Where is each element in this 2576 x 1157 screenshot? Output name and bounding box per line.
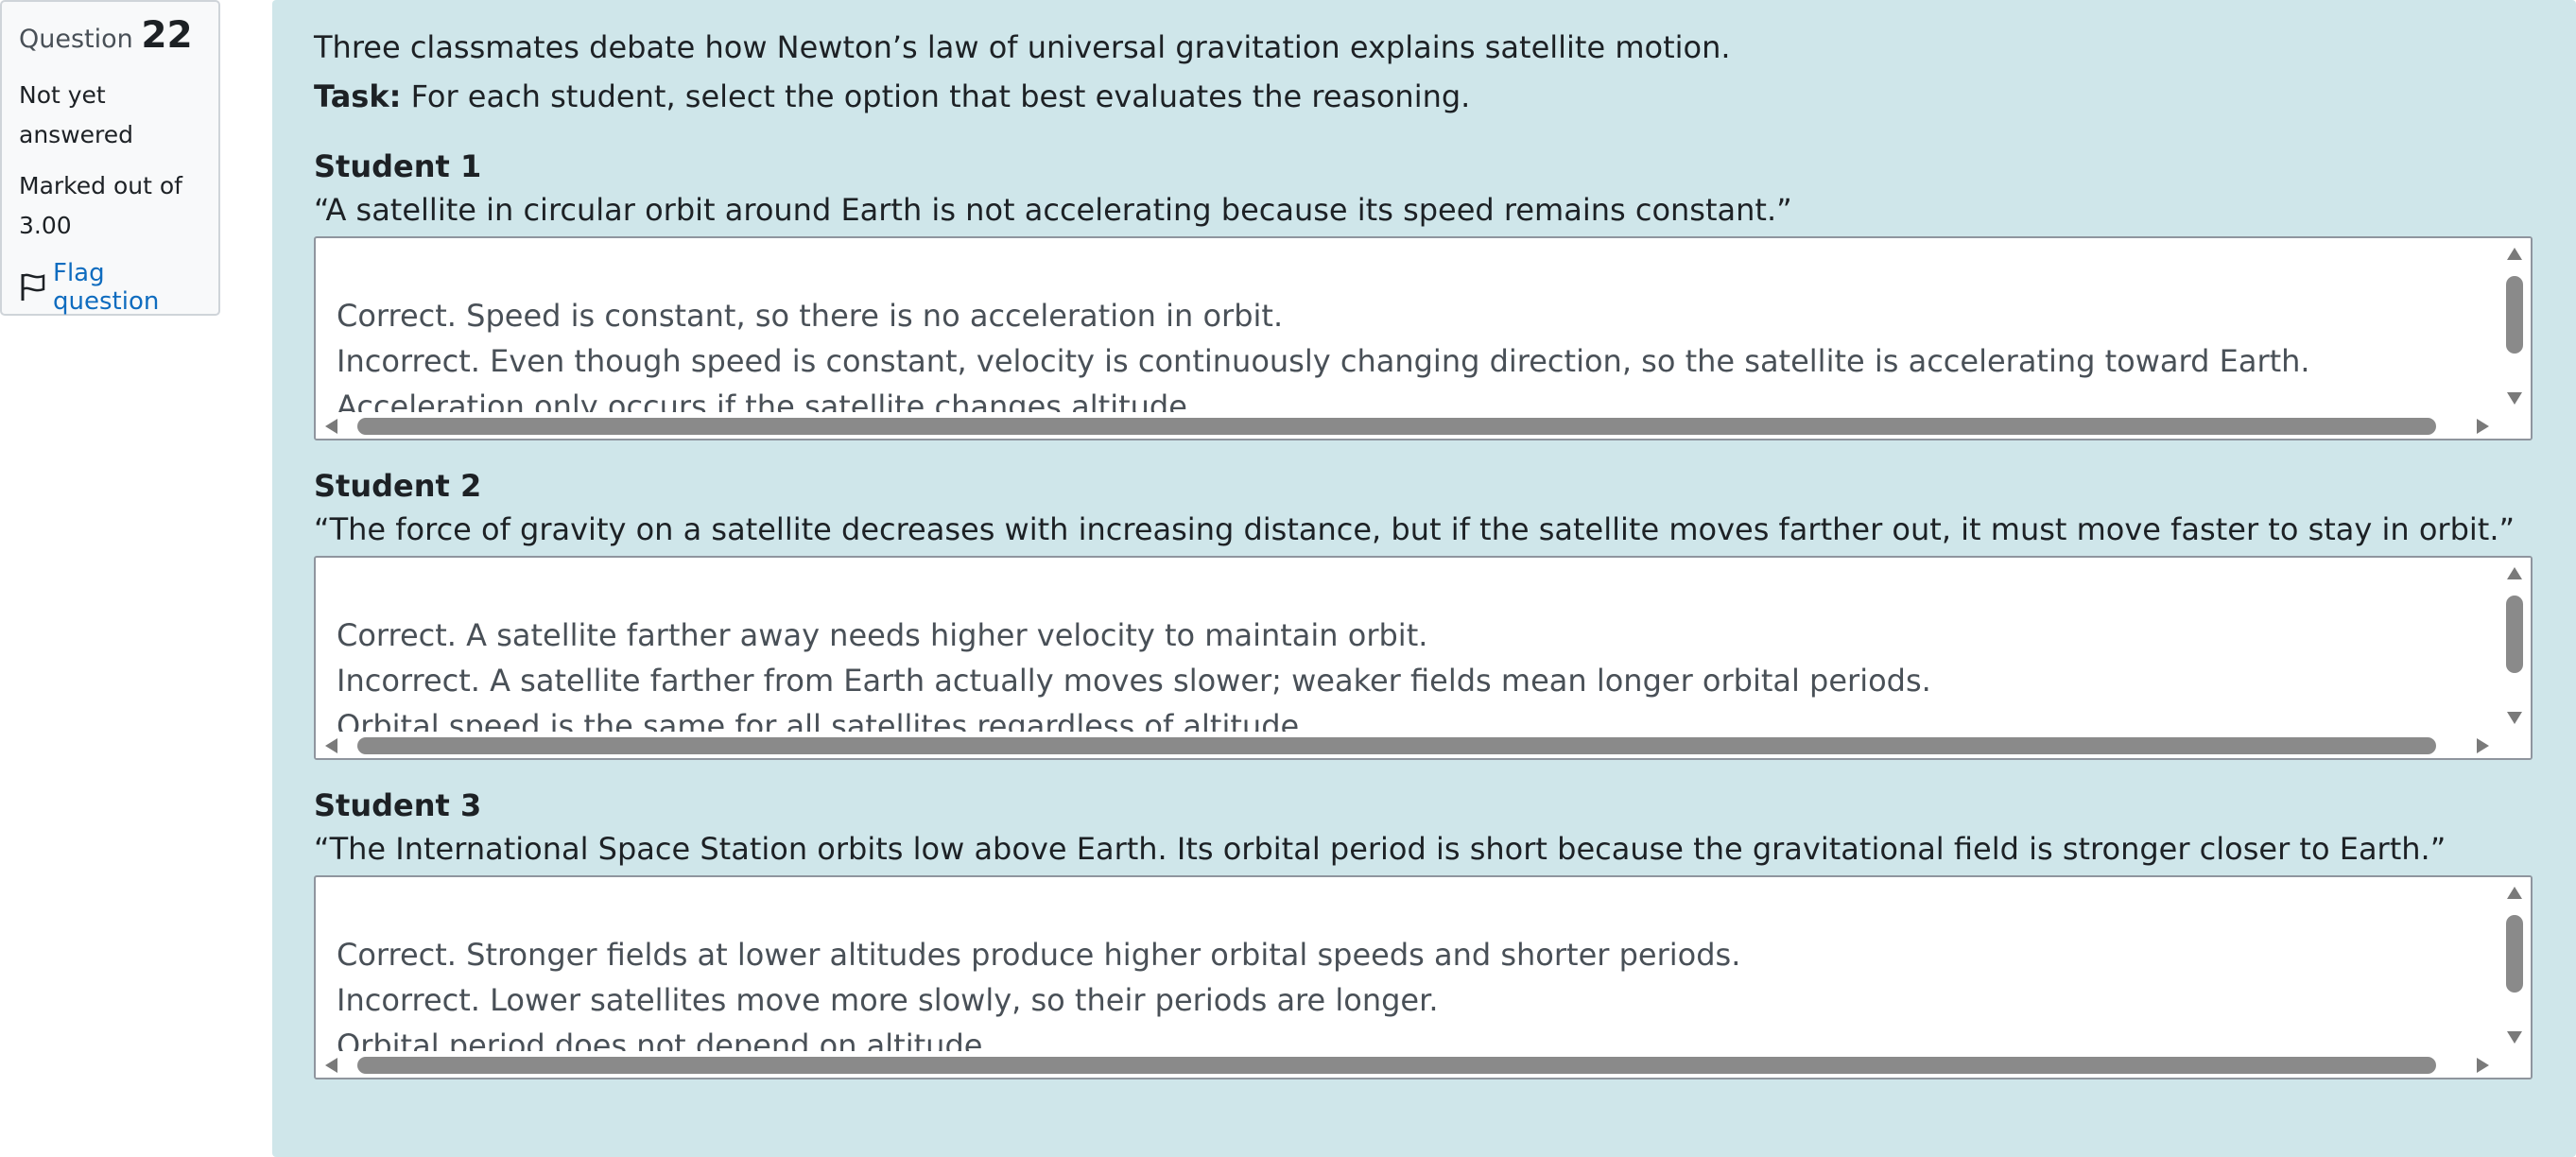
- vertical-scroll-thumb[interactable]: [2506, 276, 2523, 354]
- scroll-right-icon[interactable]: [2477, 738, 2489, 753]
- student-3-section: Student 3 “The International Space Stati…: [314, 785, 2533, 1079]
- scroll-down-icon[interactable]: [2507, 1031, 2522, 1044]
- vertical-scrollbar[interactable]: [2498, 877, 2531, 1051]
- scroll-up-icon[interactable]: [2507, 248, 2522, 260]
- horizontal-scrollbar[interactable]: [316, 412, 2531, 439]
- question-word: Question: [19, 25, 133, 54]
- horizontal-scrollbar[interactable]: [316, 732, 2531, 758]
- task-label: Task:: [314, 78, 402, 114]
- vertical-scrollbar[interactable]: [2498, 238, 2531, 412]
- task-text: For each student, select the option that…: [401, 78, 1471, 114]
- student-title: Student 3: [314, 787, 482, 823]
- question-number: Question 22: [19, 15, 201, 60]
- flag-question-button[interactable]: Flag question: [19, 259, 201, 316]
- horizontal-scrollbar[interactable]: [316, 1051, 2531, 1078]
- option-item[interactable]: Incorrect. A satellite farther from Eart…: [337, 658, 2493, 703]
- student-2-select-list[interactable]: Correct. A satellite farther away needs …: [314, 556, 2533, 760]
- option-item[interactable]: Correct. A satellite farther away needs …: [337, 613, 2493, 658]
- scroll-up-icon[interactable]: [2507, 567, 2522, 579]
- flag-question-label: Flag question: [53, 259, 160, 316]
- student-quote: “A satellite in circular orbit around Ea…: [314, 192, 1792, 228]
- option-item[interactable]: Orbital period does not depend on altitu…: [337, 1023, 2493, 1051]
- option-list: Correct. Speed is constant, so there is …: [337, 238, 2493, 412]
- question-grade: Marked out of 3.00: [19, 172, 182, 239]
- vertical-scrollbar[interactable]: [2498, 558, 2531, 732]
- scroll-left-icon[interactable]: [325, 419, 337, 434]
- vertical-scroll-thumb[interactable]: [2506, 915, 2523, 993]
- student-3-select-list[interactable]: Correct. Stronger fields at lower altitu…: [314, 875, 2533, 1079]
- scroll-left-icon[interactable]: [325, 1058, 337, 1073]
- option-list: Correct. A satellite farther away needs …: [337, 558, 2493, 732]
- option-item[interactable]: Incorrect. Even though speed is constant…: [337, 338, 2493, 384]
- horizontal-scroll-thumb[interactable]: [357, 1057, 2436, 1074]
- question-content: Three classmates debate how Newton’s law…: [272, 0, 2576, 1157]
- option-list: Correct. Stronger fields at lower altitu…: [337, 877, 2493, 1051]
- scroll-down-icon[interactable]: [2507, 712, 2522, 724]
- question-state: Not yet answered: [19, 81, 133, 148]
- student-1-section: Student 1 “A satellite in circular orbit…: [314, 146, 2533, 440]
- option-item[interactable]: Acceleration only occurs if the satellit…: [337, 384, 2493, 412]
- student-title: Student 1: [314, 148, 482, 184]
- student-1-select-list[interactable]: Correct. Speed is constant, so there is …: [314, 236, 2533, 440]
- question-number-value: 22: [141, 14, 193, 57]
- scroll-right-icon[interactable]: [2477, 419, 2489, 434]
- option-item[interactable]: Incorrect. Lower satellites move more sl…: [337, 977, 2493, 1023]
- question-task: Task: For each student, select the optio…: [314, 72, 2533, 121]
- student-quote: “The force of gravity on a satellite dec…: [314, 511, 2515, 547]
- scroll-left-icon[interactable]: [325, 738, 337, 753]
- student-2-section: Student 2 “The force of gravity on a sat…: [314, 465, 2533, 760]
- scroll-right-icon[interactable]: [2477, 1058, 2489, 1073]
- horizontal-scroll-thumb[interactable]: [357, 418, 2436, 435]
- option-item[interactable]: Orbital speed is the same for all satell…: [337, 703, 2493, 732]
- student-quote: “The International Space Station orbits …: [314, 831, 2446, 867]
- scroll-down-icon[interactable]: [2507, 392, 2522, 405]
- flag-icon: [19, 272, 47, 302]
- horizontal-scroll-thumb[interactable]: [357, 737, 2436, 754]
- option-item[interactable]: Correct. Stronger fields at lower altitu…: [337, 932, 2493, 977]
- vertical-scroll-thumb[interactable]: [2506, 596, 2523, 673]
- student-title: Student 2: [314, 468, 482, 504]
- question-info-panel: Question 22 Not yet answered Marked out …: [0, 0, 220, 316]
- scroll-up-icon[interactable]: [2507, 887, 2522, 899]
- question-intro: Three classmates debate how Newton’s law…: [314, 29, 1731, 65]
- option-item[interactable]: Correct. Speed is constant, so there is …: [337, 293, 2493, 338]
